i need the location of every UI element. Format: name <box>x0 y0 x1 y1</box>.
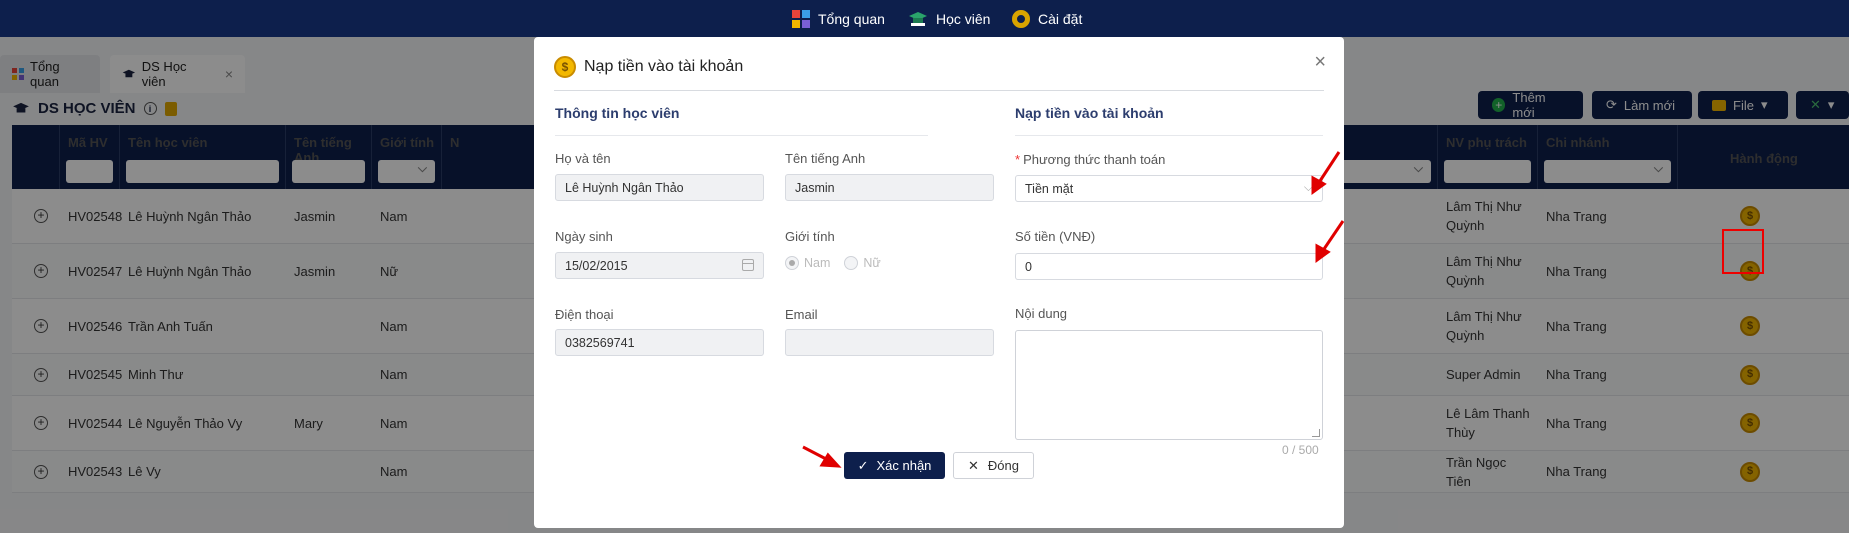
radio-unchecked-icon <box>844 256 859 270</box>
dob-field: 15/02/2015 <box>555 252 764 279</box>
graduation-cap-icon <box>909 11 927 26</box>
phone-label: Điện thoại <box>555 307 614 322</box>
close-icon[interactable]: × <box>1314 51 1326 74</box>
divider <box>555 135 928 136</box>
amount-label: Số tiền (VNĐ) <box>1015 229 1096 244</box>
nav-item-settings[interactable]: Cài đặt <box>1012 0 1082 37</box>
dob-value: 15/02/2015 <box>565 258 628 273</box>
english-name-label: Tên tiếng Anh <box>785 151 866 166</box>
coin-icon: $ <box>554 56 576 78</box>
section-title-student-info: Thông tin học viên <box>555 105 680 121</box>
check-icon: ✓ <box>857 457 869 473</box>
nav-item-label: Học viên <box>936 10 991 27</box>
required-mark: * <box>1015 152 1021 167</box>
modal-header: $ Nạp tiền vào tài khoản <box>554 56 743 78</box>
calendar-icon <box>742 259 754 271</box>
close-x-icon: ✕ <box>968 457 979 473</box>
top-navbar: Tổng quan Học viên Cài đặt <box>0 0 1849 37</box>
highlight-box <box>1722 229 1764 274</box>
modal-title: Nạp tiền vào tài khoản <box>584 58 744 75</box>
radio-checked-icon <box>785 256 799 270</box>
payment-label-text: Phương thức thanh toán <box>1023 152 1166 167</box>
divider <box>1015 135 1323 136</box>
phone-field: 0382569741 <box>555 329 764 356</box>
radio-label: Nữ <box>863 256 881 270</box>
confirm-button[interactable]: ✓ Xác nhận <box>844 452 945 479</box>
confirm-label: Xác nhận <box>876 458 932 473</box>
nav-item-label: Cài đặt <box>1038 10 1083 27</box>
content-label: Nội dung <box>1015 306 1068 321</box>
divider <box>554 90 1324 91</box>
payment-method-select[interactable]: Tiền mặt ⌵ <box>1015 175 1323 202</box>
dashboard-grid-icon <box>792 9 810 28</box>
radio-label: Nam <box>804 256 831 270</box>
close-label: Đóng <box>987 458 1019 473</box>
gear-icon <box>1012 9 1030 28</box>
nav-item-label: Tổng quan <box>818 10 885 27</box>
gender-female-radio: Nữ <box>844 256 881 270</box>
gender-radio-group: Nam Nữ <box>785 256 881 270</box>
resize-handle-icon[interactable] <box>1312 429 1320 437</box>
payment-method-label: * Phương thức thanh toán <box>1015 152 1165 167</box>
payment-method-value: Tiền mặt <box>1025 181 1074 196</box>
full-name-label: Họ và tên <box>555 151 611 166</box>
gender-label: Giới tính <box>785 229 835 244</box>
gender-male-radio: Nam <box>785 256 830 270</box>
close-button[interactable]: ✕ Đóng <box>953 452 1034 479</box>
email-label: Email <box>785 307 818 322</box>
char-counter: 0 / 500 <box>1282 443 1319 457</box>
email-field <box>785 329 994 356</box>
section-title-deposit: Nạp tiền vào tài khoản <box>1015 105 1164 121</box>
content-textarea[interactable] <box>1015 330 1323 440</box>
amount-input[interactable]: 0 <box>1015 253 1323 280</box>
deposit-modal: $ Nạp tiền vào tài khoản × Thông tin học… <box>534 37 1344 528</box>
english-name-field: Jasmin <box>785 174 994 201</box>
dob-label: Ngày sinh <box>555 229 613 244</box>
full-name-field: Lê Huỳnh Ngân Thảo <box>555 174 764 201</box>
nav-item-students[interactable]: Học viên <box>908 0 990 37</box>
chevron-down-icon: ⌵ <box>1303 180 1313 194</box>
nav-item-overview[interactable]: Tổng quan <box>792 0 885 37</box>
